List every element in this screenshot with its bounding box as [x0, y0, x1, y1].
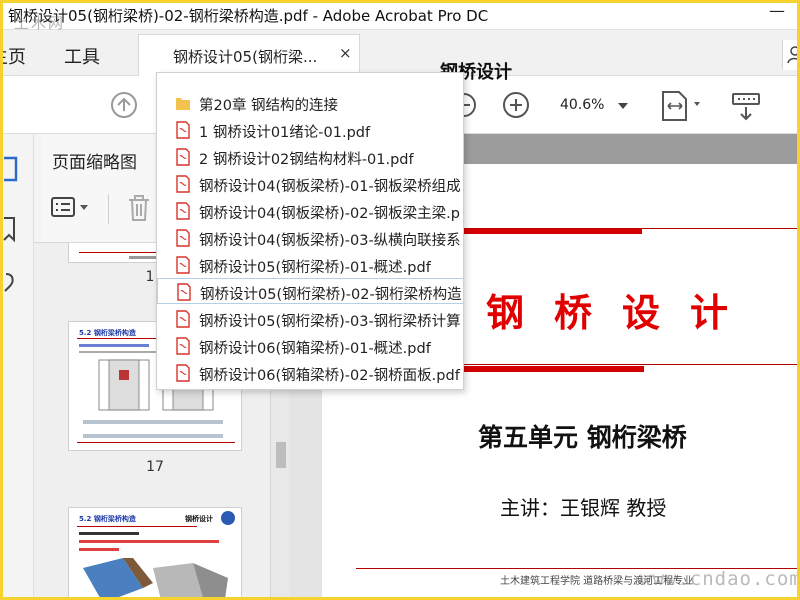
unit-title: 第五单元 钢桁梁桥 — [478, 423, 687, 452]
page-thumbnails-icon[interactable] — [2, 156, 18, 186]
header-thin-rule — [464, 228, 800, 229]
main-title: 钢桥设计 — [486, 290, 759, 335]
bookmark-icon[interactable] — [2, 216, 16, 246]
dropdown-item-file[interactable]: 钢桥设计04(钢板梁桥)-03-纵横向联接系 — [157, 225, 463, 251]
pdf-file-icon — [175, 175, 191, 193]
speaker-line: 主讲：王银辉 教授 — [500, 496, 667, 520]
minimize-button[interactable]: — — [764, 2, 790, 24]
zoom-level-select[interactable]: 40.6% — [552, 94, 634, 118]
dropdown-item-file[interactable]: 钢桥设计04(钢板梁桥)-02-钢板梁主梁.p — [157, 198, 463, 224]
scrollbar-thumb[interactable] — [276, 442, 286, 468]
nav-home[interactable]: 主页 — [0, 43, 26, 69]
open-files-dropdown: 第20章 钢结构的连接 1 钢桥设计01绪论-01.pdf 2 钢桥设计02钢结… — [156, 72, 464, 390]
thumb-badge: 钢桥设计 — [185, 515, 213, 523]
panel-title: 页面缩略图 — [52, 153, 137, 173]
title-bar: 钢桥设计05(钢桁梁桥)-02-钢桁梁桥构造.pdf - Adobe Acrob… — [0, 0, 800, 30]
pdf-file-icon — [175, 121, 191, 139]
thumb-rule — [77, 442, 235, 443]
thumb-text-line — [79, 540, 219, 543]
dropdown-item-label: 钢桥设计05(钢桁梁桥)-03-钢桁梁桥计算 — [199, 314, 461, 330]
thumb-rule — [77, 526, 197, 527]
title-red-rule — [464, 366, 644, 372]
dropdown-item-file[interactable]: 1 钢桥设计01绪论-01.pdf — [157, 117, 463, 143]
dropdown-item-label: 钢桥设计05(钢桁梁桥)-02-钢桁梁桥构造 — [200, 287, 462, 303]
dropdown-item-file[interactable]: 钢桥设计05(钢桁梁桥)-03-钢桁梁桥计算 — [157, 306, 463, 332]
left-tool-rail — [0, 134, 34, 600]
dropdown-item-label: 钢桥设计05(钢桁梁桥)-01-概述.pdf — [199, 260, 431, 276]
previous-page-icon[interactable] — [110, 91, 138, 123]
dropdown-item-file[interactable]: 2 钢桥设计02钢结构材料-01.pdf — [157, 144, 463, 170]
attachment-icon[interactable] — [2, 270, 16, 300]
pdf-file-icon — [175, 148, 191, 166]
thumb-text-line — [79, 532, 139, 535]
logo-icon — [221, 511, 235, 525]
panel-edge — [34, 134, 42, 242]
pdf-file-icon — [175, 202, 191, 220]
pdf-file-icon — [175, 229, 191, 247]
thumb-text-line — [79, 344, 149, 347]
dropdown-item-label: 钢桥设计04(钢板梁桥)-01-钢板梁桥组成 — [199, 179, 461, 195]
document-tab[interactable]: 钢桥设计05(钢桁梁... × — [138, 34, 360, 76]
zoom-in-icon[interactable] — [502, 91, 530, 123]
thumb-text-line — [79, 548, 119, 551]
dropdown-item-label: 1 钢桥设计01绪论-01.pdf — [199, 125, 371, 141]
close-tab-icon[interactable]: × — [339, 44, 352, 62]
thumb-beam — [83, 420, 223, 424]
pdf-file-icon — [176, 283, 192, 301]
dropdown-item-file-selected[interactable]: 钢桥设计05(钢桁梁桥)-02-钢桁梁桥构造 — [157, 278, 463, 304]
pdf-file-icon — [175, 310, 191, 328]
page-thumbnail-18[interactable]: 5.2 钢桁梁桥构造 钢桥设计 — [68, 507, 242, 600]
pdf-file-icon — [175, 256, 191, 274]
thumb-heading: 5.2 钢桁梁桥构造 — [79, 515, 136, 523]
document-tab-label: 钢桥设计05(钢桁梁... — [173, 48, 318, 66]
zoom-level-value: 40.6% — [560, 97, 605, 113]
dropdown-item-label: 钢桥设计04(钢板梁桥)-02-钢板梁主梁.p — [199, 206, 460, 222]
scroll-mode-icon[interactable] — [730, 90, 762, 126]
dropdown-item-file[interactable]: 钢桥设计04(钢板梁桥)-01-钢板梁桥组成 — [157, 171, 463, 197]
dropdown-item-folder[interactable]: 第20章 钢结构的连接 — [157, 90, 463, 116]
folder-icon — [175, 94, 191, 112]
watermark-bottom-right: www.cndao.com — [640, 568, 800, 590]
dropdown-item-label: 钢桥设计04(钢板梁桥)-03-纵横向联接系 — [199, 233, 461, 249]
dropdown-item-file[interactable]: 钢桥设计06(钢箱梁桥)-01-概述.pdf — [157, 333, 463, 359]
tab-bar: 主页 工具 钢桥设计05(钢桁梁... × — [0, 30, 800, 76]
dropdown-item-label: 2 钢桥设计02钢结构材料-01.pdf — [199, 152, 414, 168]
pdf-file-icon — [175, 337, 191, 355]
thumbnail-options-icon[interactable] — [50, 196, 90, 224]
toolbar-divider — [108, 194, 109, 224]
dropdown-item-label: 钢桥设计06(钢箱梁桥)-02-钢桥面板.pdf — [199, 368, 460, 384]
delete-page-icon[interactable] — [126, 194, 152, 226]
thumb-heading: 5.2 钢桁梁桥构造 — [79, 329, 136, 337]
thumb-joint-drawing — [83, 558, 228, 600]
dropdown-item-file[interactable]: 钢桥设计06(钢箱梁桥)-02-钢桥面板.pdf — [157, 360, 463, 386]
chevron-down-icon — [618, 103, 628, 109]
dropdown-item-file[interactable]: 钢桥设计05(钢桁梁桥)-01-概述.pdf — [157, 252, 463, 278]
dropdown-item-label: 钢桥设计06(钢箱梁桥)-01-概述.pdf — [199, 341, 431, 357]
fit-page-icon[interactable] — [660, 90, 704, 126]
thumb-beam — [83, 434, 223, 438]
title-thin-rule — [464, 364, 800, 365]
pdf-file-icon — [175, 364, 191, 382]
window-title: 钢桥设计05(钢桁梁桥)-02-钢桁梁桥构造.pdf - Adobe Acrob… — [8, 7, 489, 25]
account-icon[interactable] — [782, 40, 800, 70]
watermark-top-left: 土木网 — [14, 14, 66, 32]
nav-tools[interactable]: 工具 — [64, 43, 100, 69]
page-number-17: 17 — [146, 459, 164, 475]
dropdown-item-label: 第20章 钢结构的连接 — [199, 98, 339, 114]
